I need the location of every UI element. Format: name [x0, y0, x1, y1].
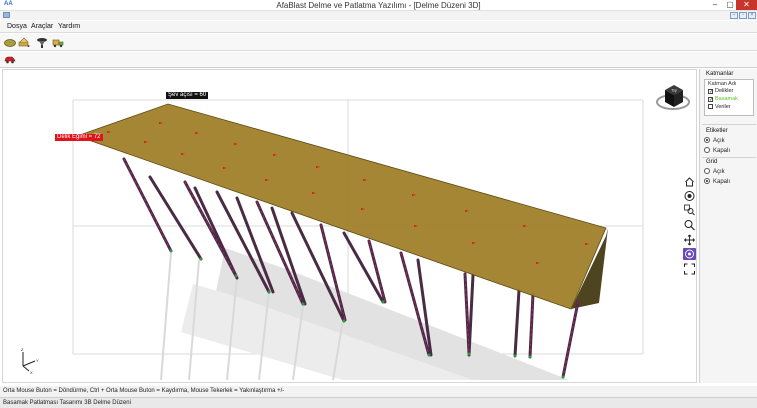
svg-text:Z: Z: [21, 347, 24, 352]
radio-label: Açık: [713, 169, 725, 175]
main-toolbar: [0, 34, 757, 51]
window-title: AfaBlast Delme ve Patlatma Yazılımı - [D…: [276, 1, 481, 10]
layer-item-basamak[interactable]: ✓ Basamak: [708, 96, 738, 103]
blast-icon[interactable]: [36, 37, 48, 48]
hint-bar: Orta Mouse Buton = Döndürme, Ctrl + Orta…: [0, 386, 757, 397]
secondary-toolbar: [0, 52, 757, 68]
radio-indicator[interactable]: [704, 147, 710, 153]
radio-label: Açık: [713, 138, 725, 144]
radio-indicator[interactable]: [704, 137, 710, 143]
grid-off-radio[interactable]: Kapalı: [704, 178, 730, 185]
layer-checkbox[interactable]: ✓: [708, 97, 713, 103]
menu-araclar[interactable]: Araçlar: [31, 23, 53, 30]
view-cube[interactable]: Top: [656, 80, 690, 114]
orbit-icon[interactable]: [683, 248, 696, 260]
document-icon[interactable]: [3, 12, 10, 18]
zoom-icon[interactable]: [683, 219, 696, 231]
svg-text:X: X: [30, 370, 33, 375]
radio-label: Kapalı: [713, 179, 731, 185]
layers-header: Katman Adı: [708, 81, 737, 87]
radio-label: Kapalı: [713, 148, 731, 154]
radio-indicator[interactable]: [704, 168, 710, 174]
layer-checkbox[interactable]: [708, 104, 713, 109]
axis-triad: [22, 352, 36, 372]
side-panel: Katmanlar Katman Adı ✓ Delikler ✓ Basamak …: [699, 69, 757, 383]
layer-label: Basamak: [715, 96, 738, 102]
status-text: Basamak Patlatması Tasarımı 3B Delme Düz…: [3, 400, 131, 406]
car-icon[interactable]: [4, 54, 16, 65]
minimize-window-button[interactable]: –: [707, 0, 723, 10]
svg-text:Y: Y: [36, 358, 39, 363]
mdi-close-button[interactable]: ×: [748, 12, 756, 19]
fullscreen-icon[interactable]: [683, 263, 696, 275]
labels-on-radio[interactable]: Açık: [704, 137, 725, 144]
divider: [702, 157, 756, 158]
mouse-hint-text: Orta Mouse Buton = Döndürme, Ctrl + Orta…: [3, 388, 285, 394]
bench-layout-icon[interactable]: [4, 37, 16, 48]
axis-triad-labels: Z Y X: [21, 347, 39, 375]
layers-list: Katman Adı ✓ Delikler ✓ Basamak Veriler: [704, 79, 754, 116]
labels-title: Etiketler: [706, 128, 728, 134]
slope-angle-label: Şev açısı = 60: [166, 92, 209, 99]
menu-dosya[interactable]: Dosya: [7, 23, 27, 30]
close-window-button[interactable]: ✕: [736, 0, 757, 10]
loading-truck-icon[interactable]: [52, 37, 64, 48]
zoom-window-icon[interactable]: [683, 204, 696, 216]
layers-title: Katmanlar: [706, 71, 734, 77]
home-icon[interactable]: [683, 176, 696, 188]
grid-title: Grid: [706, 159, 718, 165]
status-bar: Basamak Patlatması Tasarımı 3B Delme Düz…: [0, 397, 757, 408]
mdi-bar: – ▫ ×: [0, 11, 757, 20]
mdi-restore-button[interactable]: ▫: [739, 12, 747, 19]
layer-label: Delikler: [715, 88, 734, 94]
layer-item-delikler[interactable]: ✓ Delikler: [708, 88, 733, 95]
layer-label: Veriler: [715, 104, 731, 110]
mdi-minimize-button[interactable]: –: [730, 12, 738, 19]
bench-scene: Z Y X: [21, 99, 644, 381]
menu-yardim[interactable]: Yardım: [58, 23, 80, 30]
hole-dip-label: Delik Eğimi = 72: [55, 134, 103, 141]
pan-icon[interactable]: [683, 234, 696, 246]
grid-on-radio[interactable]: Açık: [704, 168, 725, 175]
layer-checkbox[interactable]: ✓: [708, 89, 713, 95]
labels-off-radio[interactable]: Kapalı: [704, 147, 730, 154]
look-icon[interactable]: [683, 190, 696, 202]
title-bar: AA AfaBlast Delme ve Patlatma Yazılımı -…: [0, 0, 757, 11]
viewport-3d[interactable]: Z Y X Delik Eğimi = 72 Şev açısı = 60: [2, 69, 697, 383]
bench-top-surface: [75, 103, 607, 310]
drill-plan-icon[interactable]: [18, 37, 30, 48]
radio-indicator[interactable]: [704, 178, 710, 184]
view-cube-face-label: Top: [671, 89, 677, 93]
menu-bar: Dosya Araçlar Yardım: [0, 21, 757, 33]
layer-item-veriler[interactable]: Veriler: [708, 104, 731, 111]
divider: [702, 124, 756, 125]
